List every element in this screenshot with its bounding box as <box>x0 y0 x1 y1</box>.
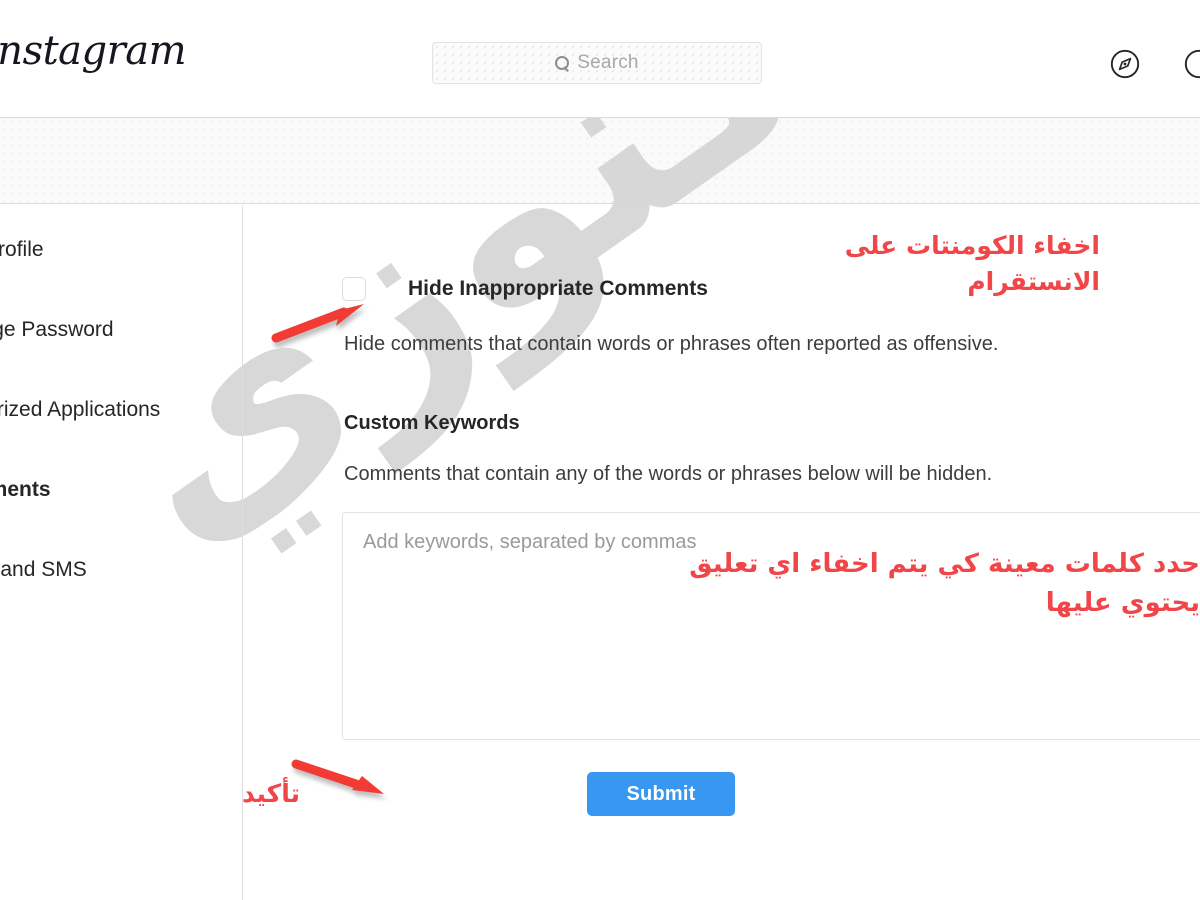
sidebar-item-label: Comments <box>0 478 51 501</box>
sidebar-item-email-and-sms[interactable]: Email and SMS <box>0 555 242 585</box>
sidebar-item-label: Authorized Applications <box>0 398 161 421</box>
hide-inappropriate-comments-label: Hide Inappropriate Comments <box>408 277 708 300</box>
page-background-band <box>0 118 1200 204</box>
sidebar-item-label: Change Password <box>0 318 114 341</box>
hide-inappropriate-comments-description: Hide comments that contain words or phra… <box>344 333 999 355</box>
custom-keywords-title: Custom Keywords <box>344 412 520 434</box>
sidebar-item-comments[interactable]: Comments <box>0 475 242 505</box>
settings-sidebar: Edit Profile Change Password Authorized … <box>0 205 243 900</box>
settings-panel: Edit Profile Change Password Authorized … <box>0 205 1200 900</box>
sidebar-item-change-password[interactable]: Change Password <box>0 315 242 345</box>
instagram-logo[interactable]: Instagram <box>0 28 187 74</box>
instagram-comments-settings-page: Instagram Search كنوزي Edit Profile <box>0 0 1200 900</box>
top-navigation-bar: Instagram Search <box>0 0 1200 118</box>
activity-heart-icon[interactable] <box>1181 46 1200 82</box>
hide-inappropriate-comments-checkbox[interactable] <box>342 277 366 301</box>
sidebar-item-authorized-applications[interactable]: Authorized Applications <box>0 395 242 425</box>
search-placeholder-text: Search <box>577 52 639 73</box>
submit-button[interactable]: Submit <box>587 772 735 816</box>
custom-keywords-description: Comments that contain any of the words o… <box>344 463 993 485</box>
hide-inappropriate-comments-row[interactable]: Hide Inappropriate Comments <box>342 277 708 301</box>
sidebar-item-label: Email and SMS <box>0 558 87 581</box>
custom-keywords-textarea[interactable] <box>342 512 1200 740</box>
search-icon <box>555 55 570 71</box>
sidebar-item-edit-profile[interactable]: Edit Profile <box>0 235 242 265</box>
search-input-container[interactable]: Search <box>432 42 762 84</box>
explore-compass-icon[interactable] <box>1107 46 1143 82</box>
sidebar-item-label: Edit Profile <box>0 238 44 261</box>
settings-content: Hide Inappropriate Comments Hide comment… <box>243 205 1200 900</box>
